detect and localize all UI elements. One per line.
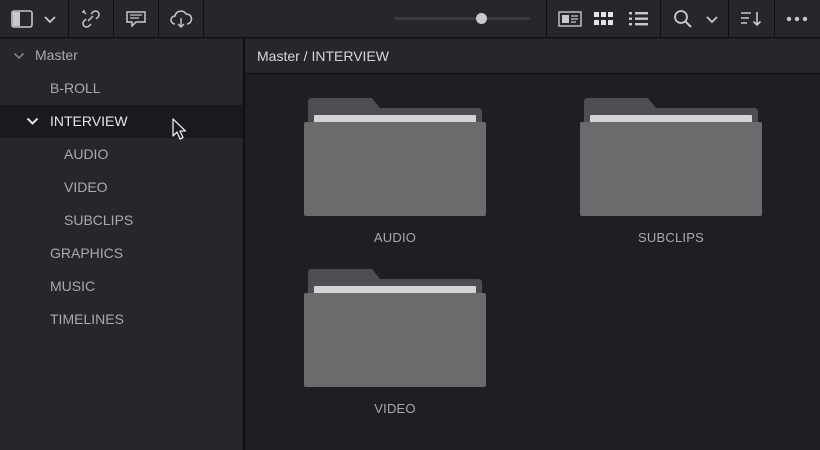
sidebar-item-label: MUSIC bbox=[50, 278, 96, 294]
sidebar-item-video[interactable]: VIDEO bbox=[0, 171, 243, 204]
sidebar-item-label: Master bbox=[35, 47, 78, 63]
chevron-down-icon[interactable] bbox=[25, 105, 39, 138]
search-options-chevron-icon[interactable] bbox=[702, 0, 722, 38]
sidebar-item-master[interactable]: Master bbox=[0, 39, 243, 72]
sidebar-item-b-roll[interactable]: B-ROLL bbox=[0, 72, 243, 105]
sidebar-item-label: GRAPHICS bbox=[50, 245, 124, 261]
folder-label: AUDIO bbox=[373, 230, 417, 245]
chevron-down-icon[interactable] bbox=[12, 39, 26, 72]
folder-label: VIDEO bbox=[374, 401, 416, 416]
folder-audio[interactable]: AUDIO bbox=[302, 96, 488, 246]
sidebar-item-label: SUBCLIPS bbox=[64, 212, 134, 228]
chevron-down-icon[interactable] bbox=[40, 0, 60, 38]
bin-sidebar: Master B-ROLL INTERVIEW AUDIO VIDEO SUBC… bbox=[0, 39, 243, 450]
sidebar-item-music[interactable]: MUSIC bbox=[0, 270, 243, 303]
metadata-view-icon[interactable] bbox=[556, 0, 584, 38]
folder-icon bbox=[304, 269, 486, 387]
folder-subclips[interactable]: SUBCLIPS bbox=[578, 96, 764, 246]
sidebar-item-label: TIMELINES bbox=[50, 311, 124, 327]
thumbnail-zoom-handle[interactable] bbox=[475, 13, 487, 24]
caption-icon[interactable] bbox=[114, 0, 158, 38]
sort-icon[interactable] bbox=[736, 0, 766, 38]
breadcrumb: Master / INTERVIEW bbox=[245, 39, 820, 74]
thumbnail-zoom-track[interactable] bbox=[394, 17, 530, 20]
sidebar-item-label: AUDIO bbox=[64, 146, 109, 162]
folder-icon bbox=[304, 98, 486, 216]
sidebar-item-label: VIDEO bbox=[64, 179, 108, 195]
search-icon[interactable] bbox=[670, 0, 696, 38]
breadcrumb-path: Master / INTERVIEW bbox=[257, 48, 389, 64]
sidebar-item-timelines[interactable]: TIMELINES bbox=[0, 303, 243, 336]
unlink-icon[interactable] bbox=[69, 0, 113, 38]
sidebar-item-audio[interactable]: AUDIO bbox=[0, 138, 243, 171]
sidebar-item-label: B-ROLL bbox=[50, 80, 101, 96]
toolbar bbox=[0, 0, 820, 38]
sidebar-item-interview[interactable]: INTERVIEW bbox=[0, 105, 243, 138]
grid-view-icon[interactable] bbox=[591, 0, 617, 38]
cloud-sync-icon[interactable] bbox=[159, 0, 203, 38]
folder-video[interactable]: VIDEO bbox=[302, 267, 488, 417]
sidebar-item-label: INTERVIEW bbox=[50, 113, 128, 129]
folder-label: SUBCLIPS bbox=[638, 230, 704, 245]
sidebar-item-subclips[interactable]: SUBCLIPS bbox=[0, 204, 243, 237]
list-view-icon[interactable] bbox=[626, 0, 652, 38]
sidebar-item-graphics[interactable]: GRAPHICS bbox=[0, 237, 243, 270]
folder-icon bbox=[580, 98, 762, 216]
panel-toggle-icon[interactable] bbox=[8, 0, 36, 38]
more-options-icon[interactable] bbox=[782, 0, 812, 38]
bin-content-grid: AUDIO SUBCLIPS VIDEO bbox=[245, 75, 820, 450]
